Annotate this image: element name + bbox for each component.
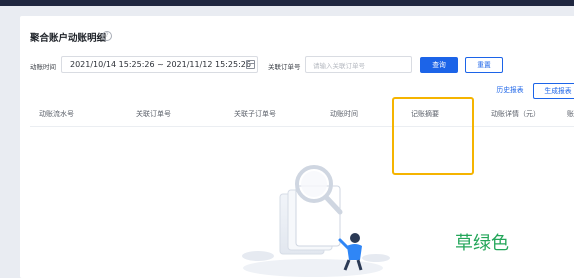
table-header-divider xyxy=(30,126,574,127)
date-range-value: 2021/10/14 15:25:26 ~ 2021/11/12 15:25:2… xyxy=(70,60,251,69)
order-filter-label: 关联订单号 xyxy=(268,63,301,71)
query-button[interactable]: 查询 xyxy=(420,57,458,73)
empty-state-illustration xyxy=(242,165,390,277)
history-report-button[interactable]: 历史报表 xyxy=(491,83,529,99)
reset-button[interactable]: 重置 xyxy=(465,57,503,73)
column-header-transaction-time: 动账时间 xyxy=(330,110,358,118)
annotation-text: 草绿色 xyxy=(455,233,509,254)
summary-column-highlight xyxy=(392,97,474,175)
top-navigation-bar xyxy=(0,0,574,6)
generate-report-button[interactable]: 生成报表 xyxy=(533,83,574,99)
column-header-order-id: 关联订单号 xyxy=(136,110,171,118)
order-number-placeholder: 请输入关联订单号 xyxy=(313,62,365,70)
calendar-icon xyxy=(246,60,255,69)
question-circle-icon[interactable]: ? xyxy=(102,31,112,41)
date-range-picker[interactable]: 2021/10/14 15:25:26 ~ 2021/11/12 15:25:2… xyxy=(61,56,258,73)
page-title: 聚合账户动账明细 xyxy=(30,33,107,44)
column-header-details: 动账详情（元） xyxy=(491,110,540,118)
date-filter-label: 动账时间 xyxy=(30,63,56,71)
column-header-sub-order-id: 关联子订单号 xyxy=(234,110,276,118)
column-header-transaction-id: 动账流水号 xyxy=(39,110,74,118)
column-header-account: 账 xyxy=(567,110,574,118)
order-number-input[interactable]: 请输入关联订单号 xyxy=(305,56,412,73)
